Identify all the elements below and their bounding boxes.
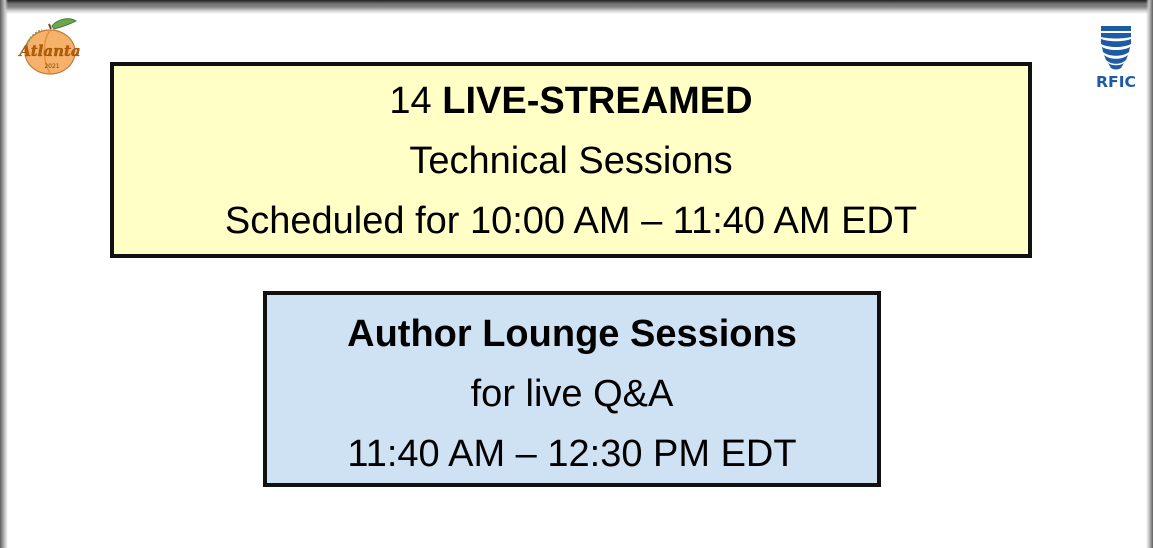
live-streamed-label: LIVE-STREAMED xyxy=(442,80,753,122)
svg-text:Atlanta: Atlanta xyxy=(17,42,80,60)
svg-text:2021: 2021 xyxy=(44,63,59,70)
author-lounge-title: Author Lounge Sessions xyxy=(347,313,797,355)
window-top-edge xyxy=(0,0,1153,10)
window-right-edge xyxy=(1146,0,1153,548)
live-schedule-time: Scheduled for 10:00 AM – 11:40 AM EDT xyxy=(224,200,918,242)
window-left-edge xyxy=(0,0,8,548)
rfic-logo-icon: RFIC xyxy=(1093,24,1139,91)
author-lounge-time: 11:40 AM – 12:30 PM EDT xyxy=(347,433,797,475)
live-streamed-headline: 14 LIVE-STREAMED xyxy=(114,82,1028,120)
live-streamed-sessions-box: 14 LIVE-STREAMED Technical Sessions Sche… xyxy=(110,62,1032,258)
svg-text:RFIC: RFIC xyxy=(1096,73,1136,90)
session-count: 14 xyxy=(389,80,432,122)
technical-sessions-label: Technical Sessions xyxy=(409,140,733,182)
author-lounge-subtitle: for live Q&A xyxy=(470,373,674,415)
atlanta-peach-logo-icon: Atlanta 2021 xyxy=(12,18,92,76)
author-lounge-box: Author Lounge Sessions for live Q&A 11:4… xyxy=(263,291,881,487)
